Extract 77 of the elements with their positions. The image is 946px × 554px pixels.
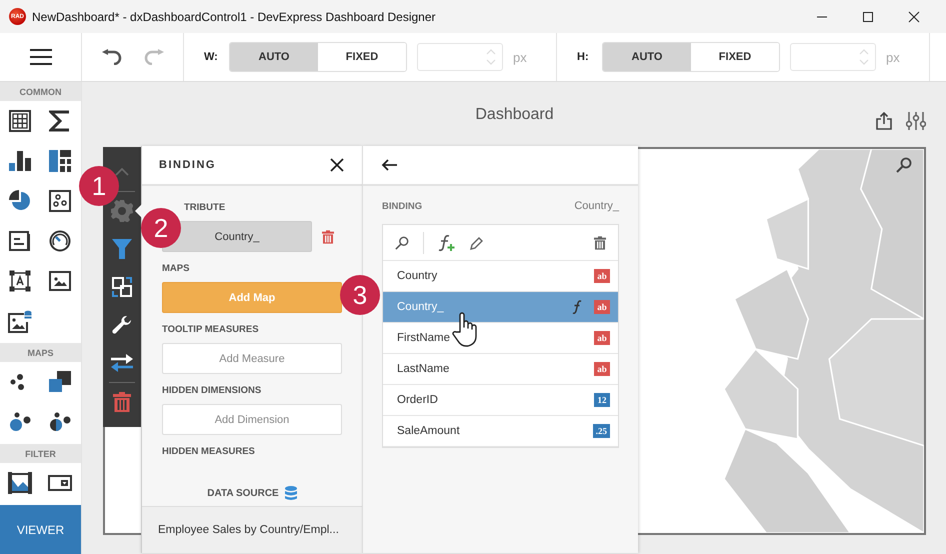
- field-name: OrderID: [397, 394, 439, 406]
- unit-label: px: [886, 50, 900, 64]
- field-name: SaleAmount: [397, 425, 461, 437]
- panel-title: BINDING: [159, 159, 216, 171]
- type-badge: ab: [594, 300, 610, 314]
- type-badge: .25: [592, 424, 610, 438]
- binding-label: BINDING: [382, 200, 422, 212]
- stacked-squares-icon[interactable]: [49, 371, 71, 394]
- search-icon[interactable]: [395, 236, 409, 250]
- type-badge: ab: [594, 331, 610, 345]
- linked-squares-icon[interactable]: [112, 277, 132, 297]
- trash-icon[interactable]: [322, 230, 334, 244]
- field-name: Country: [397, 270, 438, 282]
- section-label: MAPS: [162, 263, 190, 274]
- unit-label: px: [513, 50, 527, 64]
- size-input[interactable]: [417, 43, 503, 71]
- bubbles-icon[interactable]: [9, 412, 31, 432]
- section-label: HIDDEN DIMENSIONS: [162, 385, 262, 396]
- field-name: FirstName: [397, 332, 452, 344]
- dashboard-title: Dashboard: [475, 106, 554, 124]
- database-icon[interactable]: [284, 486, 297, 500]
- section-label: TRIBUTE: [183, 202, 226, 213]
- pie-bubbles-icon[interactable]: [49, 412, 71, 432]
- window-title: NewDashboard* - dxDashboardControl1 - DevExpress Dashboard Designer: [32, 10, 436, 24]
- search-icon[interactable]: [896, 157, 912, 173]
- bound-image-icon[interactable]: [8, 310, 32, 333]
- size-mode-button[interactable]: AUTO: [230, 43, 318, 71]
- section-header: COMMON: [0, 82, 81, 102]
- type-badge: 12: [594, 393, 610, 407]
- text-box-icon[interactable]: [9, 270, 31, 292]
- menu-icon[interactable]: [30, 49, 52, 65]
- filter-icon[interactable]: [112, 239, 132, 259]
- settings-icon[interactable]: [906, 112, 926, 130]
- section-header: MAPS: [0, 343, 81, 362]
- size-label: H:: [577, 51, 590, 63]
- sigma-icon[interactable]: [49, 110, 71, 132]
- section-label: TOOLTIP MEASURES: [162, 324, 260, 335]
- combo-box-icon[interactable]: [48, 475, 72, 492]
- field-row[interactable]: OrderID 12: [383, 385, 618, 416]
- trash-icon[interactable]: [113, 392, 131, 412]
- bar-chart-icon[interactable]: [9, 151, 31, 172]
- range-filter-icon[interactable]: [8, 472, 32, 494]
- field-name: Country_: [397, 301, 445, 313]
- close-icon[interactable]: [908, 10, 920, 22]
- field-row[interactable]: SaleAmount .25: [383, 416, 618, 447]
- field-row[interactable]: LastName ab: [383, 354, 618, 385]
- close-icon[interactable]: [330, 158, 344, 172]
- section-header: FILTER: [0, 444, 81, 464]
- field-name: LastName: [397, 363, 450, 375]
- swap-arrows-icon[interactable]: [111, 354, 133, 372]
- undo-icon[interactable]: [102, 49, 122, 65]
- add-button[interactable]: Add Dimension: [162, 404, 342, 435]
- data-source-label: DATA SOURCE: [207, 488, 279, 498]
- pencil-icon[interactable]: [470, 236, 484, 250]
- scatter-chart-icon[interactable]: [49, 190, 71, 212]
- pie-chart-icon[interactable]: [9, 190, 31, 212]
- field-row[interactable]: Country_ ab: [383, 292, 618, 323]
- trash-icon[interactable]: [594, 236, 606, 250]
- treemap-icon[interactable]: [49, 150, 71, 172]
- type-badge: ab: [594, 362, 610, 376]
- export-icon[interactable]: [876, 112, 892, 130]
- size-input[interactable]: [790, 43, 876, 71]
- add-function-icon[interactable]: [438, 234, 456, 252]
- back-arrow-icon[interactable]: [381, 159, 397, 171]
- maximize-icon[interactable]: [862, 10, 874, 22]
- card-icon[interactable]: [9, 231, 31, 252]
- image-icon[interactable]: [49, 271, 71, 292]
- grid-icon[interactable]: [9, 110, 31, 132]
- section-label: HIDDEN MEASURES: [162, 446, 256, 457]
- gauge-icon[interactable]: [49, 230, 71, 252]
- current-binding: Country_: [574, 200, 619, 212]
- size-mode-button[interactable]: AUTO: [603, 43, 691, 71]
- type-badge: ab: [594, 269, 610, 283]
- wrench-icon[interactable]: [112, 315, 132, 335]
- add-button[interactable]: Add Measure: [162, 343, 342, 374]
- viewer-button[interactable]: VIEWER: [0, 505, 81, 554]
- size-label: W:: [204, 51, 219, 63]
